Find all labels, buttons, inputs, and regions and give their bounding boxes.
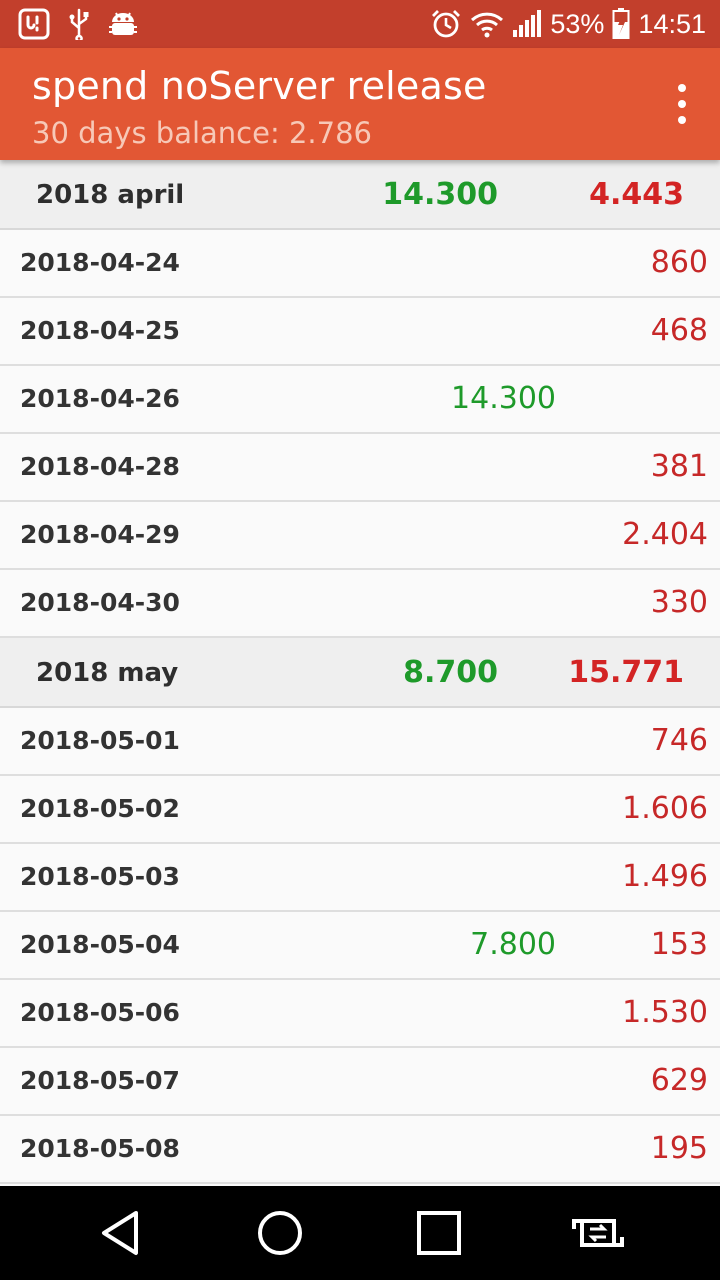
month-label: 2018 may: [36, 658, 179, 688]
usb-icon: [68, 8, 90, 40]
day-expense: 2.404: [622, 517, 708, 552]
day-date: 2018-04-26: [20, 384, 180, 413]
signal-icon: [512, 10, 542, 38]
screen-rotate-icon[interactable]: [568, 1203, 628, 1263]
day-row[interactable]: 2018-04-29 2.404: [0, 502, 720, 570]
balance-subtitle: 30 days balance: 2.786: [32, 116, 372, 150]
app-title: spend noServer release: [32, 64, 487, 108]
recents-icon[interactable]: [409, 1203, 469, 1263]
month-expense: 4.443: [589, 177, 684, 212]
status-bar: 53% 14:51: [0, 0, 720, 48]
day-row[interactable]: 2018-05-08 195: [0, 1116, 720, 1184]
month-header-april[interactable]: 2018 april 14.300 4.443: [0, 160, 720, 230]
app-notification-icon: [18, 8, 50, 40]
day-row[interactable]: 2018-04-25 468: [0, 298, 720, 366]
alarm-icon: [430, 8, 462, 40]
day-row[interactable]: 2018-04-24 860: [0, 230, 720, 298]
day-date: 2018-05-02: [20, 794, 180, 823]
home-icon[interactable]: [250, 1203, 310, 1263]
day-date: 2018-05-04: [20, 930, 180, 959]
day-expense: 195: [650, 1131, 708, 1166]
month-header-may[interactable]: 2018 may 8.700 15.771: [0, 638, 720, 708]
day-date: 2018-04-30: [20, 588, 180, 617]
day-expense: 629: [650, 1063, 708, 1098]
day-expense: 468: [650, 313, 708, 348]
day-row[interactable]: 2018-05-04 7.800 153: [0, 912, 720, 980]
day-date: 2018-05-08: [20, 1134, 180, 1163]
day-date: 2018-05-01: [20, 726, 180, 755]
clock: 14:51: [638, 8, 706, 39]
wifi-icon: [470, 10, 504, 38]
day-row[interactable]: 2018-05-07 629: [0, 1048, 720, 1116]
back-icon[interactable]: [90, 1203, 150, 1263]
day-expense: 1.606: [622, 791, 708, 826]
day-expense: 746: [650, 723, 708, 758]
month-income: 14.300: [382, 177, 498, 212]
battery-percent: 53%: [550, 8, 605, 39]
month-expense: 15.771: [568, 655, 684, 690]
day-expense: 330: [650, 585, 708, 620]
day-row[interactable]: 2018-05-03 1.496: [0, 844, 720, 912]
day-row[interactable]: 2018-04-30 330: [0, 570, 720, 638]
day-date: 2018-05-06: [20, 998, 180, 1027]
day-expense: 381: [650, 449, 708, 484]
day-row[interactable]: 2018-05-06 1.530: [0, 980, 720, 1048]
battery-charging-icon: [612, 8, 630, 40]
system-nav-bar: [0, 1186, 720, 1280]
day-expense: 860: [650, 245, 708, 280]
android-debug-icon: [108, 8, 138, 40]
day-row[interactable]: 2018-05-02 1.606: [0, 776, 720, 844]
more-vert-icon[interactable]: [670, 84, 694, 124]
day-expense: 153: [650, 927, 708, 962]
day-income: 7.800: [470, 927, 556, 962]
day-row[interactable]: 2018-04-28 381: [0, 434, 720, 502]
day-date: 2018-04-29: [20, 520, 180, 549]
month-income: 8.700: [403, 655, 498, 690]
month-label: 2018 april: [36, 180, 185, 210]
app-bar: spend noServer release 30 days balance: …: [0, 48, 720, 160]
day-expense: 1.530: [622, 995, 708, 1030]
day-date: 2018-04-25: [20, 316, 180, 345]
day-row[interactable]: 2018-05-01 746: [0, 708, 720, 776]
day-expense: 1.496: [622, 859, 708, 894]
day-date: 2018-04-24: [20, 248, 180, 277]
day-date: 2018-05-07: [20, 1066, 180, 1095]
day-row[interactable]: 2018-04-26 14.300: [0, 366, 720, 434]
transaction-list[interactable]: 2018 april 14.300 4.443 2018-04-24 860 2…: [0, 160, 720, 1186]
day-income: 14.300: [451, 381, 556, 416]
day-date: 2018-04-28: [20, 452, 180, 481]
day-date: 2018-05-03: [20, 862, 180, 891]
